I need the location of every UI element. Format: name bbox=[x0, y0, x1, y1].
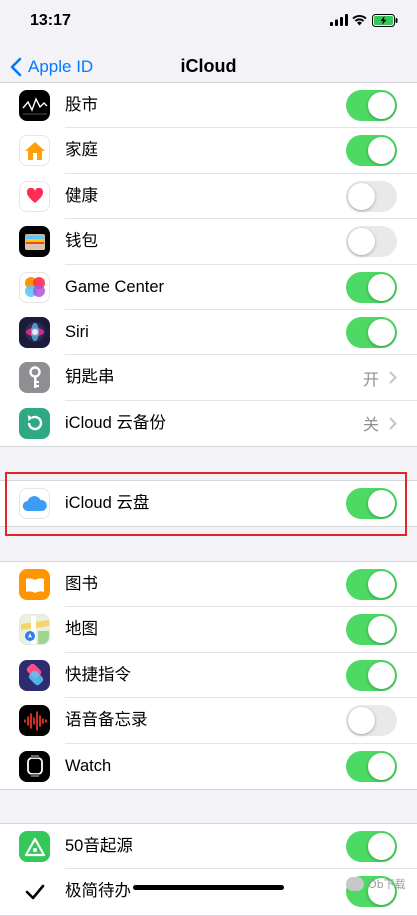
item-label: Game Center bbox=[65, 277, 165, 296]
wallet-toggle[interactable] bbox=[346, 226, 397, 258]
wechat-icon bbox=[346, 877, 364, 891]
wallet-icon bbox=[19, 226, 50, 258]
item-label: 语音备忘录 bbox=[65, 711, 148, 730]
siri-toggle[interactable] bbox=[346, 316, 397, 348]
battery-charging-icon bbox=[372, 14, 398, 27]
home-icon bbox=[19, 135, 50, 167]
home-toggle[interactable] bbox=[346, 135, 397, 167]
item-label: 地图 bbox=[65, 620, 98, 639]
apps-group-1: 股市 家庭 健康 钱包 Game Center Siri 钥匙串 开 iClou… bbox=[0, 82, 417, 448]
game-center-toggle[interactable] bbox=[346, 271, 397, 303]
siri-icon bbox=[19, 316, 50, 348]
shortcuts-icon bbox=[19, 659, 50, 691]
wifi-icon bbox=[352, 14, 367, 26]
list-item-shortcuts: 快捷指令 bbox=[0, 653, 417, 699]
list-item-health: 健康 bbox=[0, 174, 417, 220]
status-bar: 13:17 bbox=[0, 0, 417, 44]
health-icon bbox=[19, 180, 50, 212]
item-label: 快捷指令 bbox=[65, 665, 131, 684]
watermark-text: Ob下载 bbox=[368, 878, 406, 891]
status-time: 13:17 bbox=[30, 12, 71, 29]
chevron-right-icon bbox=[389, 417, 397, 430]
stocks-icon bbox=[19, 90, 50, 121]
list-item-siri: Siri bbox=[0, 310, 417, 356]
maps-toggle[interactable] bbox=[346, 614, 397, 646]
icloud-backup-detail: 关 bbox=[363, 401, 397, 446]
50on-app-icon bbox=[19, 831, 50, 862]
item-label: 图书 bbox=[65, 575, 98, 593]
list-item-icloud-backup[interactable]: iCloud 云备份 关 bbox=[0, 401, 417, 446]
list-item-50on: 50音起源 bbox=[0, 824, 417, 870]
books-icon bbox=[19, 569, 50, 600]
list-item-wallet: 钱包 bbox=[0, 219, 417, 265]
item-label: 钥匙串 bbox=[65, 368, 115, 387]
books-toggle[interactable] bbox=[346, 569, 397, 600]
stocks-toggle[interactable] bbox=[346, 90, 397, 121]
voice-memos-icon bbox=[19, 705, 50, 737]
item-label: iCloud 云备份 bbox=[65, 413, 166, 432]
health-toggle[interactable] bbox=[346, 180, 397, 212]
list-item-home: 家庭 bbox=[0, 128, 417, 174]
item-label: Siri bbox=[65, 322, 89, 341]
home-indicator bbox=[133, 885, 284, 890]
watch-toggle[interactable] bbox=[346, 750, 397, 782]
detail-value: 开 bbox=[362, 369, 379, 389]
shortcuts-toggle[interactable] bbox=[346, 659, 397, 691]
item-label: 家庭 bbox=[65, 141, 98, 160]
icloud-backup-icon bbox=[19, 407, 50, 439]
item-label: 股市 bbox=[65, 96, 98, 114]
item-label: Watch bbox=[65, 756, 112, 775]
list-item-stocks: 股市 bbox=[0, 83, 417, 129]
item-label: 钱包 bbox=[65, 232, 98, 251]
list-item-maps: 地图 bbox=[0, 607, 417, 653]
list-item-game-center: Game Center bbox=[0, 265, 417, 310]
keychain-detail: 开 bbox=[363, 355, 397, 400]
detail-value: 关 bbox=[362, 415, 379, 435]
voice-memos-toggle[interactable] bbox=[346, 705, 397, 737]
item-label: 健康 bbox=[65, 186, 98, 205]
page-title: iCloud bbox=[180, 56, 237, 76]
highlight-frame bbox=[5, 472, 407, 536]
list-item-books: 图书 bbox=[0, 562, 417, 608]
game-center-icon bbox=[19, 271, 50, 303]
item-label: 50音起源 bbox=[65, 837, 133, 855]
cellular-signal-icon bbox=[330, 14, 348, 26]
chevron-right-icon bbox=[389, 371, 397, 384]
list-item-keychain[interactable]: 钥匙串 开 bbox=[0, 355, 417, 401]
watch-icon bbox=[19, 750, 50, 782]
maps-icon bbox=[19, 614, 50, 646]
keychain-icon bbox=[19, 362, 50, 394]
todo-app-icon bbox=[19, 876, 50, 908]
item-label: 极简待办 bbox=[65, 882, 131, 901]
50on-toggle[interactable] bbox=[346, 831, 397, 862]
apps-group-3: 图书 地图 快捷指令 语音备忘录 Watch bbox=[0, 561, 417, 790]
list-item-watch: Watch bbox=[0, 744, 417, 789]
watermark: Ob下载 bbox=[346, 876, 406, 892]
list-item-voice-memos: 语音备忘录 bbox=[0, 698, 417, 744]
